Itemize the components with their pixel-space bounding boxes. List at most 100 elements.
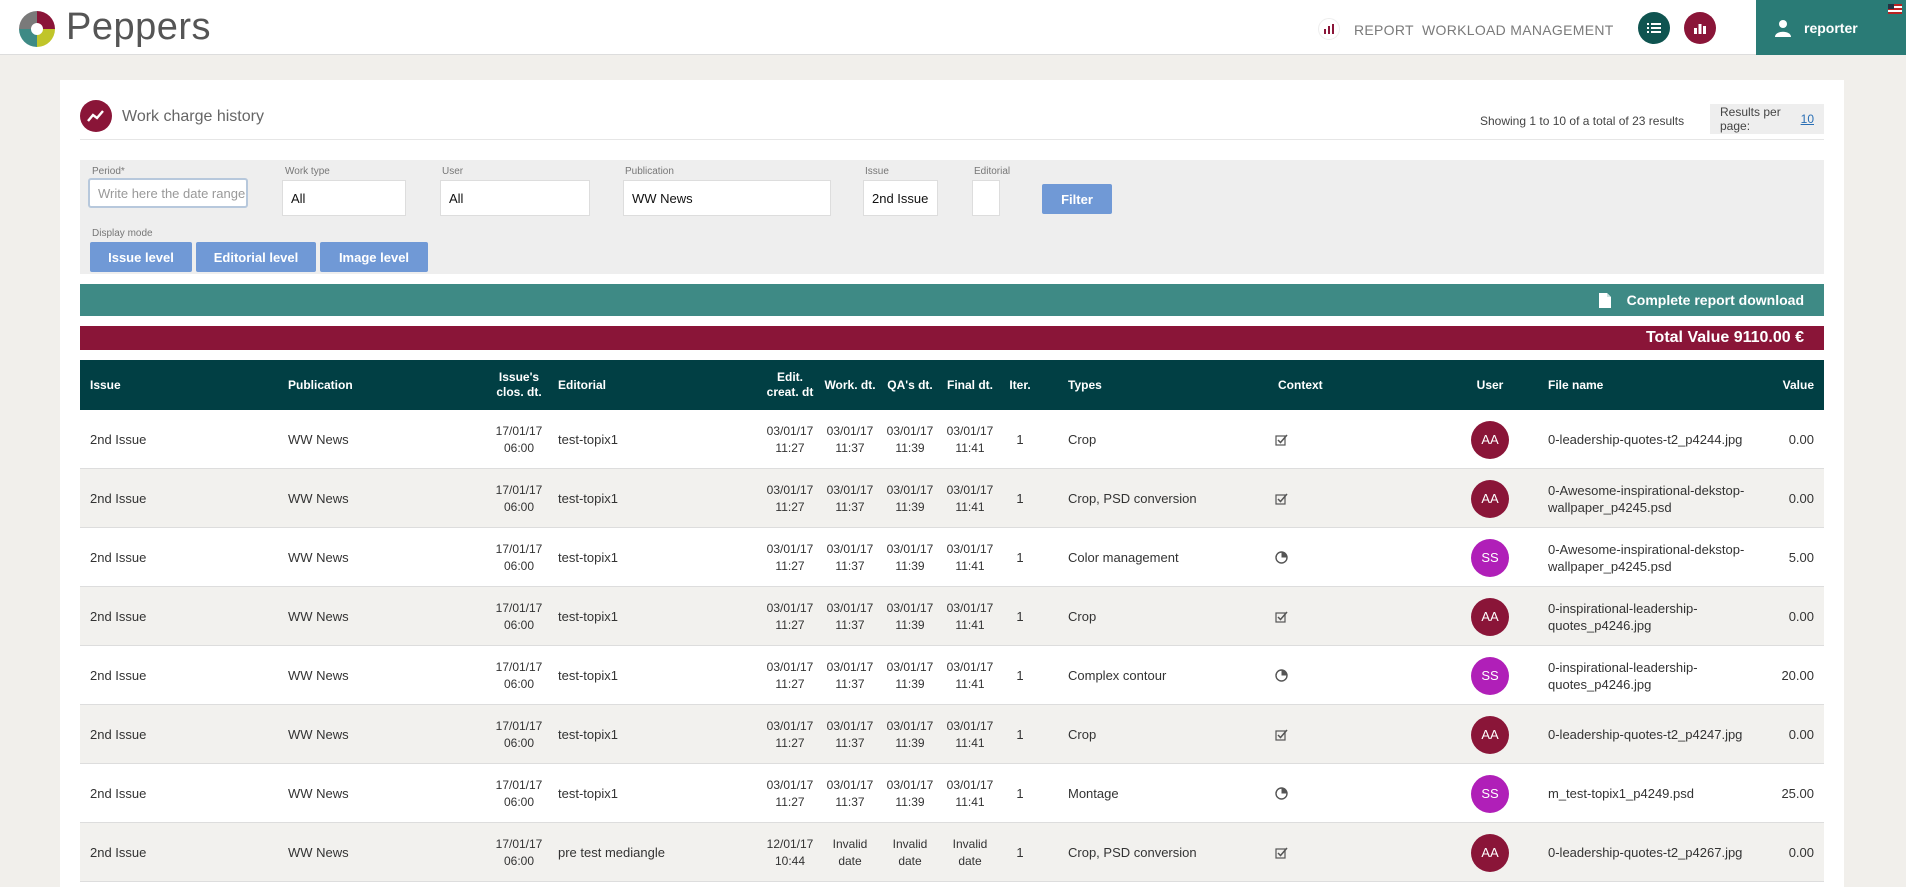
- publication-select[interactable]: WW News: [623, 180, 831, 216]
- nav-report[interactable]: REPORT: [1354, 22, 1414, 38]
- table-row[interactable]: 2nd Issue WW News 17/01/17 06:00 test-topix1…: [80, 764, 1824, 823]
- cell-value: 0.00: [1740, 823, 1814, 882]
- table-row[interactable]: 2nd Issue WW News 17/01/17 06:00 test-topix1…: [80, 410, 1824, 469]
- cell-work-date-date: 03/01/17: [826, 482, 874, 497]
- col-publication[interactable]: Publication: [288, 360, 448, 410]
- cell-closing-date-date: 17/01/17: [495, 482, 543, 497]
- period-input[interactable]: Write here the date range: [88, 178, 248, 208]
- cell-closing-date: 17/01/17 06:00: [490, 646, 548, 705]
- editorial-level-button[interactable]: Editorial level: [196, 242, 316, 272]
- cell-file-name: 0-Awesome-inspirational-dekstop-wallpape…: [1548, 469, 1748, 528]
- cell-iter: 1: [1000, 528, 1040, 587]
- checked-context-icon[interactable]: [1275, 587, 1305, 646]
- cell-closing-date-stack: 17/01/17 06:00: [496, 777, 543, 811]
- cell-file-name: 0-Awesome-inspirational-dekstop-wallpape…: [1548, 528, 1748, 587]
- chart-view-button[interactable]: [1684, 12, 1716, 44]
- editorial-select[interactable]: [972, 180, 1000, 216]
- table-row[interactable]: 2nd Issue WW News 17/01/17 06:00 test-topix1…: [80, 646, 1824, 705]
- cell-value: 5.00: [1740, 528, 1814, 587]
- cell-final-date-time: 11:41: [955, 558, 985, 573]
- col-work-date[interactable]: Work. dt.: [820, 360, 880, 410]
- cell-work-date: 03/01/17 11:37: [820, 410, 880, 469]
- cell-issue: 2nd Issue: [90, 528, 240, 587]
- cell-file-name-text: 0-leadership-quotes-t2_p4267.jpg: [1548, 845, 1743, 860]
- cell-user: AA: [1470, 587, 1510, 646]
- col-context[interactable]: Context: [1278, 360, 1358, 410]
- issue-select[interactable]: 2nd Issue: [863, 180, 938, 216]
- avatar[interactable]: AA: [1471, 597, 1509, 636]
- col-user[interactable]: User: [1470, 360, 1510, 410]
- avatar[interactable]: AA: [1471, 420, 1509, 459]
- cell-file-name-text: 0-inspirational-leadership-quotes_p4246.…: [1548, 600, 1698, 633]
- cell-edit-created-stack: 12/01/17 10:44: [767, 836, 814, 870]
- work-charge-panel: Work charge history Showing 1 to 10 of a…: [60, 80, 1844, 887]
- cell-issue-text: 2nd Issue: [90, 786, 147, 801]
- cell-issue: 2nd Issue: [90, 705, 240, 764]
- cell-value-text: 5.00: [1788, 550, 1814, 565]
- avatar[interactable]: AA: [1471, 479, 1509, 518]
- cell-editorial-text: pre test mediangle: [558, 845, 665, 860]
- avatar[interactable]: SS: [1471, 538, 1509, 577]
- table-row[interactable]: 2nd Issue WW News 17/01/17 06:00 test-topix1…: [80, 469, 1824, 528]
- avatar[interactable]: AA: [1471, 833, 1509, 872]
- table-row[interactable]: 2nd Issue WW News 17/01/17 06:00 test-topix1…: [80, 587, 1824, 646]
- table-row[interactable]: 2nd Issue WW News 17/01/17 06:00 test-topix1…: [80, 528, 1824, 587]
- col-editorial[interactable]: Editorial: [558, 360, 718, 410]
- avatar[interactable]: SS: [1471, 774, 1509, 813]
- display-mode-label: Display mode: [92, 228, 153, 239]
- checked-context-icon[interactable]: [1275, 705, 1305, 764]
- table-row[interactable]: 2nd Issue WW News 17/01/17 06:00 pre test me…: [80, 823, 1824, 882]
- peppers-logo-icon[interactable]: [16, 8, 58, 50]
- list-view-button[interactable]: [1638, 12, 1670, 44]
- progress-clock-icon[interactable]: [1275, 764, 1305, 823]
- col-issue[interactable]: Issue: [90, 360, 240, 410]
- cell-user: AA: [1470, 410, 1510, 469]
- table-row[interactable]: 2nd Issue WW News 17/01/17 06:00 test-topix1…: [80, 705, 1824, 764]
- image-level-button[interactable]: Image level: [320, 242, 428, 272]
- avatar[interactable]: SS: [1471, 656, 1509, 695]
- cell-value: 20.00: [1740, 646, 1814, 705]
- issue-level-button[interactable]: Issue level: [90, 242, 192, 272]
- col-closing-date[interactable]: Issue's clos. dt.: [494, 360, 544, 410]
- col-file-name[interactable]: File name: [1548, 360, 1728, 410]
- cell-work-date: 03/01/17 11:37: [820, 764, 880, 823]
- cell-edit-created-date: 03/01/17: [766, 777, 814, 792]
- col-qa-date[interactable]: QA's dt.: [880, 360, 940, 410]
- col-final-date[interactable]: Final dt.: [940, 360, 1000, 410]
- cell-qa-date-date: 03/01/17: [886, 659, 934, 674]
- results-per-page-select[interactable]: 10: [1801, 112, 1814, 126]
- user-menu[interactable]: reporter: [1756, 0, 1906, 55]
- panel-header: Work charge history Showing 1 to 10 of a…: [80, 100, 1824, 140]
- cell-iter: 1: [1000, 410, 1040, 469]
- checked-context-icon[interactable]: [1275, 469, 1305, 528]
- cell-user: AA: [1470, 823, 1510, 882]
- filter-button[interactable]: Filter: [1042, 184, 1112, 214]
- cell-edit-created: 03/01/17 11:27: [760, 528, 820, 587]
- cell-user: SS: [1470, 764, 1510, 823]
- checked-context-icon[interactable]: [1275, 410, 1305, 469]
- brand-name[interactable]: Peppers: [66, 6, 211, 49]
- cell-publication-text: WW News: [288, 786, 349, 801]
- progress-clock-icon[interactable]: [1275, 646, 1305, 705]
- col-edit-created[interactable]: Edit. creat. dt: [760, 360, 820, 410]
- cell-issue-text: 2nd Issue: [90, 727, 147, 742]
- work-type-select[interactable]: All: [282, 180, 406, 216]
- cell-edit-created-stack: 03/01/17 11:27: [767, 600, 814, 634]
- cell-editorial-text: test-topix1: [558, 609, 618, 624]
- avatar[interactable]: AA: [1471, 715, 1509, 754]
- cell-final-date-stack: 03/01/17 11:41: [947, 541, 994, 575]
- cell-file-name-text: 0-inspirational-leadership-quotes_p4246.…: [1548, 659, 1698, 692]
- us-flag-icon[interactable]: [1888, 4, 1902, 14]
- col-iter[interactable]: Iter.: [1000, 360, 1040, 410]
- checked-context-icon[interactable]: [1275, 823, 1305, 882]
- nav-workload-management[interactable]: WORKLOAD MANAGEMENT: [1422, 22, 1614, 38]
- col-value[interactable]: Value: [1740, 360, 1814, 410]
- progress-clock-icon[interactable]: [1275, 528, 1305, 587]
- cell-publication-text: WW News: [288, 491, 349, 506]
- user-select[interactable]: All: [440, 180, 590, 216]
- cell-editorial: test-topix1: [558, 646, 738, 705]
- cell-types-text: Crop: [1068, 432, 1097, 447]
- col-types[interactable]: Types: [1068, 360, 1228, 410]
- complete-report-download-button[interactable]: Complete report download: [80, 284, 1824, 316]
- cell-work-date-time: 11:37: [835, 558, 865, 573]
